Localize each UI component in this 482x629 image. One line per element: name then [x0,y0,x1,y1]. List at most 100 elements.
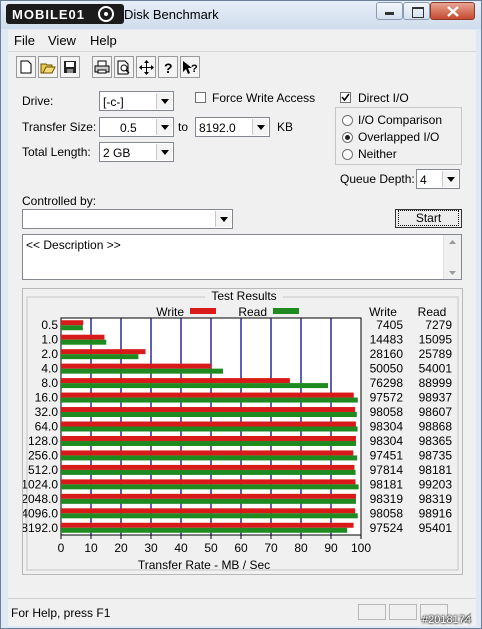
to-label: to [178,120,189,134]
chevron-down-icon[interactable] [442,171,458,187]
transfer-from-select[interactable]: 0.5 [99,117,174,137]
description-scrollbar[interactable] [443,235,461,279]
row-label: 4096.0 [23,506,58,520]
read-value: 98916 [419,506,453,520]
read-bar [61,412,357,418]
x-axis-label: Transfer Rate - MB / Sec [138,558,270,572]
open-button[interactable] [38,56,58,78]
move-icon [138,59,154,75]
close-button[interactable] [430,2,475,20]
write-bar [61,493,356,499]
row-label: 256.0 [28,448,58,462]
chevron-down-icon[interactable] [156,93,172,109]
write-bar [61,479,356,485]
description-box[interactable]: << Description >> [22,234,462,280]
mobile01-logo: MOBILE01 [6,4,124,24]
x-tick-label: 100 [351,541,371,555]
direct-io-label: Direct I/O [358,91,409,105]
row-label: 0.5 [41,318,58,332]
row-label: 128.0 [28,434,58,448]
legend-read-swatch [273,308,299,314]
context-help-button[interactable]: ? [180,56,200,78]
write-bar [61,334,105,340]
read-bar [61,339,107,345]
write-value: 50050 [370,362,404,376]
results-chart: Test Results Write Read Write Read 0 10 20… [23,289,459,572]
total-length-select[interactable]: 2 GB [99,142,174,162]
read-bar [61,397,358,403]
chevron-down-icon[interactable] [215,211,231,227]
logo-text: MOBILE01 [12,7,85,22]
read-bar [61,513,358,519]
transfer-size-label: Transfer Size: [22,120,97,134]
new-icon [20,60,32,74]
write-bar [61,450,354,456]
direct-io-checkbox[interactable] [340,92,351,103]
scroll-arrows-icon [449,240,456,275]
move-button[interactable] [136,56,156,78]
about-button[interactable]: ? [158,56,178,78]
new-button[interactable] [16,56,36,78]
read-value: 98937 [419,391,453,405]
x-tick-label: 20 [114,541,128,555]
chevron-down-icon[interactable] [156,119,172,135]
plot-area: 0 10 20 30 40 50 60 70 80 90 100 0.5 7405 7279 1.0 1448… [23,317,453,555]
force-write-checkbox[interactable] [195,92,206,103]
start-button[interactable]: Start [395,209,462,228]
write-value: 97814 [370,463,404,477]
menu-file[interactable]: File [14,33,35,48]
row-label: 64.0 [35,420,59,434]
write-value: 98058 [370,405,404,419]
results-title: Test Results [211,289,276,303]
toolbar: ? ? [8,51,476,82]
status-bar: For Help, press F1 [8,598,476,626]
write-bar [61,464,355,470]
maximize-button[interactable] [403,2,430,20]
transfer-to-select[interactable]: 8192.0 [195,117,270,137]
svg-text:?: ? [164,60,173,75]
write-bar [61,392,354,398]
row-label: 1.0 [41,333,58,347]
print-preview-button[interactable] [114,56,134,78]
total-length-label: Total Length: [22,145,91,159]
read-bar [61,455,358,461]
status-panel [389,604,417,620]
chevron-down-icon[interactable] [156,144,172,160]
neither-radio[interactable] [342,149,353,160]
row-label: 8192.0 [23,521,58,535]
row-label: 2048.0 [23,492,58,506]
x-tick-label: 70 [264,541,278,555]
io-comparison-radio[interactable] [342,115,353,126]
x-tick-label: 80 [294,541,308,555]
menu-help[interactable]: Help [90,33,117,48]
minimize-button[interactable] [376,2,403,20]
read-bar [61,354,139,360]
read-bar [61,440,357,446]
queue-depth-select[interactable]: 4 [416,169,460,189]
write-value: 7405 [376,318,403,332]
x-tick-label: 30 [144,541,158,555]
unit-label: KB [277,120,294,134]
save-button[interactable] [60,56,80,78]
io-mode-group: I/O Comparison Overlapped I/O Neither [335,107,462,165]
print-preview-icon [117,60,130,74]
read-bar [61,484,359,490]
write-bar [61,421,356,427]
title-bar[interactable]: MOBILE01 Disk Benchmark [1,1,481,29]
x-tick-label: 40 [174,541,188,555]
print-button[interactable] [92,56,112,78]
x-tick-label: 60 [234,541,248,555]
menu-view[interactable]: View [48,33,76,48]
drive-select[interactable]: [-c-] [99,91,174,111]
controlled-by-select[interactable] [22,209,233,229]
overlapped-io-radio[interactable] [342,132,353,143]
total-length-value: 2 GB [103,146,131,160]
chevron-down-icon[interactable] [252,119,268,135]
main-panel: Drive: [-c-] Force Write Access Transfer… [8,82,476,598]
drive-label: Drive: [22,94,54,108]
read-value: 99203 [419,477,453,491]
write-value: 97524 [370,521,404,535]
queue-depth-label: Queue Depth: [340,172,415,186]
write-value: 14483 [370,333,404,347]
status-text: For Help, press F1 [11,606,111,620]
